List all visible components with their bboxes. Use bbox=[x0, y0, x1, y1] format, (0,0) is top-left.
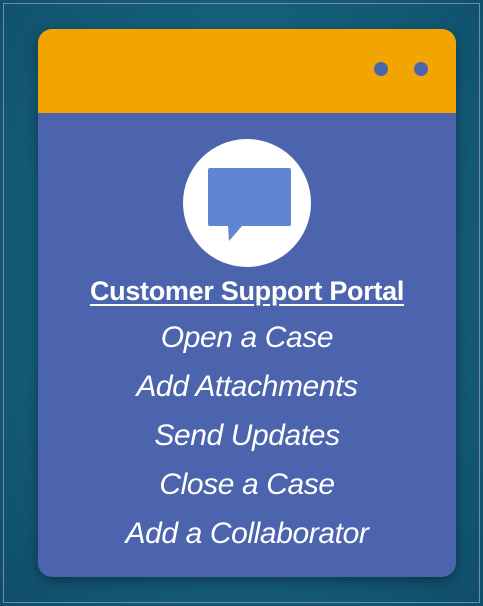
menu-item-add-collaborator[interactable]: Add a Collaborator bbox=[38, 509, 456, 558]
chat-bubble-tail bbox=[228, 226, 242, 241]
menu-item-add-attachments[interactable]: Add Attachments bbox=[38, 362, 456, 411]
chat-bubble-icon bbox=[183, 139, 311, 267]
window-control-dot[interactable] bbox=[374, 62, 388, 76]
menu-item-close-case[interactable]: Close a Case bbox=[38, 460, 456, 509]
menu-item-open-case[interactable]: Open a Case bbox=[38, 313, 456, 362]
chat-bubble-body bbox=[208, 168, 291, 226]
portal-menu: Customer Support Portal Open a Case Add … bbox=[38, 269, 456, 558]
chat-bubble-icon-svg bbox=[208, 168, 291, 241]
portal-window: Customer Support Portal Open a Case Add … bbox=[38, 29, 456, 577]
portal-title[interactable]: Customer Support Portal bbox=[38, 269, 456, 313]
window-control-dot[interactable] bbox=[414, 62, 428, 76]
window-titlebar bbox=[38, 29, 456, 113]
menu-item-send-updates[interactable]: Send Updates bbox=[38, 411, 456, 460]
